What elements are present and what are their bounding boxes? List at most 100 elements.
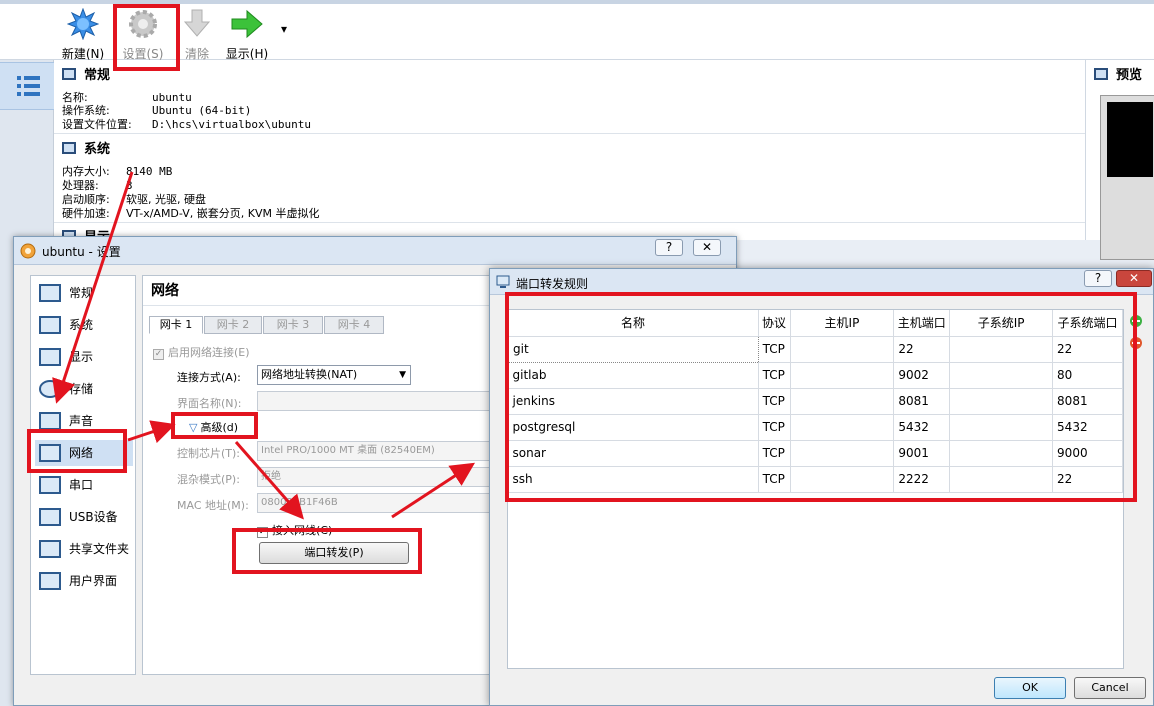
category-network[interactable]: 网络 <box>35 440 133 466</box>
ok-button[interactable]: OK <box>994 677 1066 699</box>
show-button[interactable]: 显示(H) <box>222 8 272 62</box>
rule-host-port[interactable]: 9001 <box>893 440 951 467</box>
rule-guest-ip[interactable] <box>949 414 1054 441</box>
rule-host-ip[interactable] <box>790 388 895 415</box>
rule-name[interactable]: postgresql <box>508 414 759 441</box>
attached-label: 连接方式(A): <box>177 371 241 384</box>
rule-name[interactable]: sonar <box>508 440 759 467</box>
promisc-select[interactable]: 拒绝 <box>257 467 493 487</box>
settings-button[interactable]: 设置(S) <box>118 8 168 62</box>
category-audio[interactable]: 声音 <box>35 408 133 434</box>
rule-host-port[interactable]: 2222 <box>893 466 951 493</box>
rule-name[interactable]: gitlab <box>508 362 759 389</box>
rule-guest-port[interactable]: 5432 <box>1052 414 1123 441</box>
cancel-button[interactable]: Cancel <box>1074 677 1146 699</box>
table-row[interactable]: git TCP 22 22 <box>508 335 1123 363</box>
table-row[interactable]: ssh TCP 2222 22 <box>508 466 1123 493</box>
rule-name[interactable]: git <box>508 335 759 363</box>
rule-host-ip[interactable] <box>790 414 895 441</box>
rule-host-port[interactable]: 8081 <box>893 388 951 415</box>
rule-host-ip[interactable] <box>790 440 895 467</box>
enable-network-checkbox[interactable]: ✓ 启用网络连接(E) <box>153 344 250 360</box>
rule-host-port[interactable]: 9002 <box>893 362 951 389</box>
table-row[interactable]: sonar TCP 9001 9000 <box>508 440 1123 467</box>
column-header-host-port[interactable]: 主机端口 <box>893 310 951 337</box>
rule-guest-port[interactable]: 22 <box>1052 336 1123 363</box>
settings-close-button[interactable]: ✕ <box>693 239 721 256</box>
rule-protocol[interactable]: TCP <box>758 388 791 415</box>
column-header-host-ip[interactable]: 主机IP <box>790 310 895 337</box>
rule-host-ip[interactable] <box>790 362 895 389</box>
rule-guest-port[interactable]: 80 <box>1052 362 1123 389</box>
discard-button[interactable]: 清除 <box>172 8 222 62</box>
cable-connected-checkbox[interactable]: ✓ 接入网线(C) <box>257 522 332 538</box>
main-toolbar: 新建(N) 设置(S) 清除 显示(H) ▾ <box>0 0 1154 62</box>
adapter-type-select[interactable]: Intel PRO/1000 MT 桌面 (82540EM) <box>257 441 493 461</box>
category-system[interactable]: 系统 <box>35 312 133 338</box>
network-panel: 网络 网卡 1 网卡 2 网卡 3 网卡 4 ✓ 启用网络连接(E) 连接方式(A… <box>142 275 493 675</box>
rule-guest-port[interactable]: 8081 <box>1052 388 1123 415</box>
usb-icon <box>39 508 61 526</box>
category-usb[interactable]: USB设备 <box>35 504 133 530</box>
tab-adapter-4[interactable]: 网卡 4 <box>324 316 384 334</box>
rule-protocol[interactable]: TCP <box>758 362 791 389</box>
category-display[interactable]: 显示 <box>35 344 133 370</box>
disk-icon <box>39 380 61 398</box>
advanced-toggle[interactable]: ▽ 高级(d) <box>189 419 238 435</box>
tab-adapter-3[interactable]: 网卡 3 <box>263 316 323 334</box>
port-forward-help-button[interactable]: ? <box>1084 270 1112 287</box>
rule-protocol[interactable]: TCP <box>758 440 791 467</box>
category-storage[interactable]: 存储 <box>35 376 133 402</box>
mac-field[interactable]: 080027B1F46B <box>257 493 493 513</box>
rule-guest-port[interactable]: 9000 <box>1052 440 1123 467</box>
list-icon <box>17 76 40 96</box>
table-row[interactable]: gitlab TCP 9002 80 <box>508 362 1123 389</box>
rule-host-ip[interactable] <box>790 336 895 363</box>
network-panel-title: 网络 <box>143 276 491 306</box>
category-general[interactable]: 常规 <box>35 280 133 306</box>
rule-host-port[interactable]: 5432 <box>893 414 951 441</box>
settings-titlebar: ubuntu - 设置 ? ✕ <box>14 237 736 265</box>
rule-guest-ip[interactable] <box>949 362 1054 389</box>
rule-name[interactable]: ssh <box>508 466 759 493</box>
table-row[interactable]: jenkins TCP 8081 8081 <box>508 388 1123 415</box>
table-row[interactable]: postgresql TCP 5432 5432 <box>508 414 1123 441</box>
category-user-interface[interactable]: 用户界面 <box>35 568 133 594</box>
promisc-label: 混杂模式(P): <box>177 473 240 486</box>
mac-label: MAC 地址(M): <box>177 499 249 512</box>
rule-guest-ip[interactable] <box>949 440 1054 467</box>
tab-adapter-2[interactable]: 网卡 2 <box>204 316 262 334</box>
window-icon <box>39 572 61 590</box>
rule-host-ip[interactable] <box>790 466 895 493</box>
rule-protocol[interactable]: TCP <box>758 414 791 441</box>
rules-table: 名称 协议 主机IP 主机端口 子系统IP 子系统端口 git TCP 22 2… <box>507 309 1124 669</box>
column-header-guest-ip[interactable]: 子系统IP <box>949 310 1054 337</box>
show-dropdown-icon[interactable]: ▾ <box>281 22 287 36</box>
rule-guest-ip[interactable] <box>949 336 1054 363</box>
column-header-protocol[interactable]: 协议 <box>758 310 791 337</box>
monitor-icon <box>39 284 61 302</box>
rule-guest-ip[interactable] <box>949 466 1054 493</box>
column-header-guest-port[interactable]: 子系统端口 <box>1052 310 1123 337</box>
new-button[interactable]: 新建(N) <box>58 7 108 62</box>
interface-name-field[interactable] <box>257 391 493 411</box>
remove-rule-icon[interactable] <box>1128 335 1144 351</box>
settings-help-button[interactable]: ? <box>655 239 683 256</box>
rules-grid: 名称 协议 主机IP 主机端口 子系统IP 子系统端口 git TCP 22 2… <box>508 310 1123 493</box>
attached-select[interactable]: 网络地址转换(NAT) ▼ <box>257 365 411 385</box>
rule-protocol[interactable]: TCP <box>758 336 791 363</box>
column-header-name[interactable]: 名称 <box>508 310 759 337</box>
port-forward-close-button[interactable]: ✕ <box>1116 270 1152 287</box>
tab-adapter-1[interactable]: 网卡 1 <box>149 316 203 334</box>
rule-protocol[interactable]: TCP <box>758 466 791 493</box>
rule-host-port[interactable]: 22 <box>893 336 951 363</box>
category-serial[interactable]: 串口 <box>35 472 133 498</box>
rule-guest-port[interactable]: 22 <box>1052 466 1123 493</box>
add-rule-icon[interactable] <box>1128 313 1144 329</box>
folder-icon <box>39 540 61 558</box>
category-shared-folders[interactable]: 共享文件夹 <box>35 536 133 562</box>
port-forward-button[interactable]: 端口转发(P) <box>259 542 409 564</box>
rule-guest-ip[interactable] <box>949 388 1054 415</box>
machine-tools-button[interactable] <box>0 62 54 110</box>
rule-name[interactable]: jenkins <box>508 388 759 415</box>
